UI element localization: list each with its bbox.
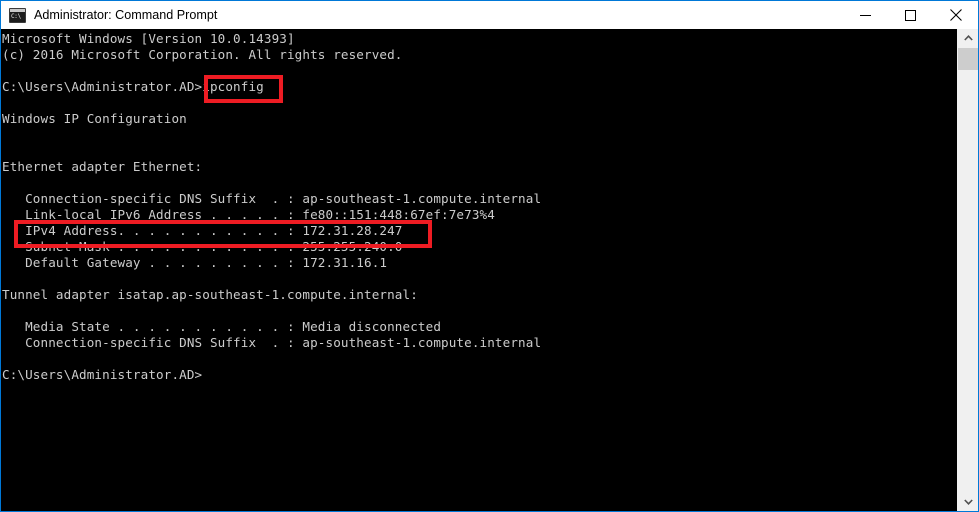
console-text: Microsoft Windows [Version 10.0.14393] (…: [2, 31, 542, 382]
scrollbar-track[interactable]: [958, 47, 978, 493]
chevron-down-icon[interactable]: [958, 493, 978, 511]
chevron-up-icon[interactable]: [958, 29, 978, 47]
command-prompt-window: C:\ Administrator: Command Prompt Micros…: [0, 0, 979, 512]
maximize-button[interactable]: [888, 1, 933, 29]
console-icon-prompt: C:\: [11, 12, 21, 20]
console-scrollbar[interactable]: [957, 29, 978, 511]
scrollbar-thumb[interactable]: [958, 48, 978, 70]
close-button[interactable]: [933, 1, 978, 29]
window-title: Administrator: Command Prompt: [34, 8, 218, 22]
minimize-button[interactable]: [843, 1, 888, 29]
console-output-area[interactable]: Microsoft Windows [Version 10.0.14393] (…: [1, 29, 957, 511]
console-icon-titlebar: [10, 8, 25, 12]
window-controls: [843, 1, 978, 29]
console-icon: C:\: [9, 7, 26, 23]
title-bar[interactable]: C:\ Administrator: Command Prompt: [1, 1, 978, 29]
